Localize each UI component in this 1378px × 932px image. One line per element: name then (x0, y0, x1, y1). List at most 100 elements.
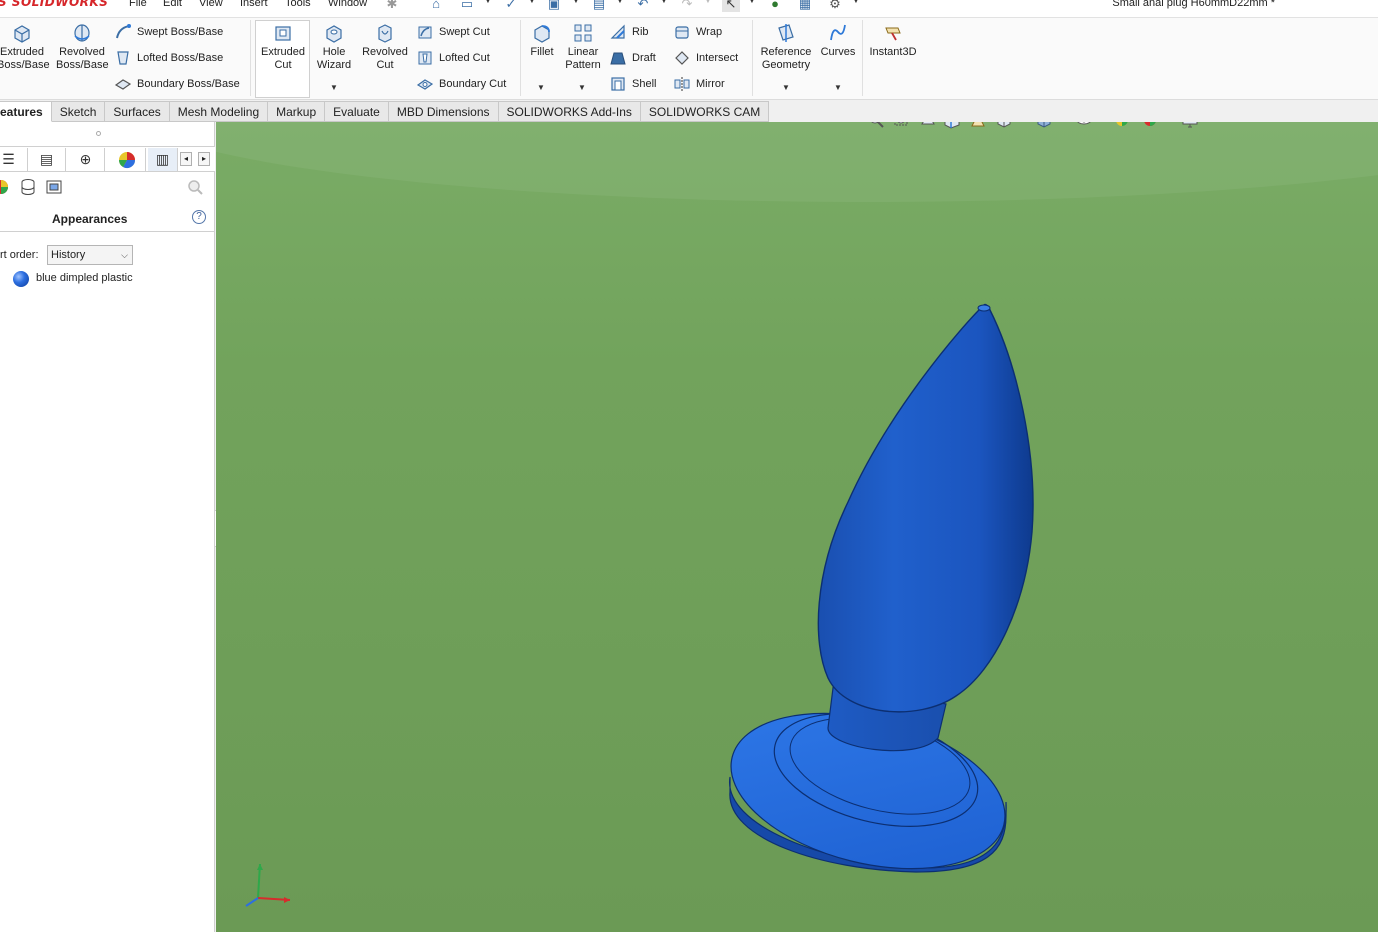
draft-button[interactable]: Draft (609, 48, 656, 68)
wrap-button[interactable]: Wrap (673, 22, 722, 42)
curves-icon (830, 24, 846, 41)
solidworks-logo[interactable]: S SOLIDWORKS (0, 0, 108, 9)
lofted-boss-button[interactable]: Lofted Boss/Base (114, 48, 223, 68)
save-icon[interactable]: ▣ (545, 0, 563, 12)
tab-solidworks-add-ins[interactable]: SOLIDWORKS Add-Ins (498, 101, 641, 122)
revolved-boss-button[interactable]: Revolved Boss/Base (56, 22, 109, 72)
lofted-cut-button[interactable]: Lofted Cut (416, 48, 490, 68)
command-manager-ribbon: Extruded Boss/Base Revolved Boss/Base Sw… (0, 18, 1378, 100)
extruded-boss-button[interactable]: Extruded Boss/Base (0, 22, 50, 72)
reference-geometry-dropdown-icon[interactable]: ▼ (782, 83, 790, 92)
undo-icon[interactable]: ↶ (634, 0, 652, 12)
configuration-manager-icon[interactable]: ⊕ (67, 148, 105, 171)
instant3d-button[interactable]: Instant3D (866, 22, 920, 59)
feature-manager-tree-icon[interactable]: ☰ (0, 148, 28, 171)
redo-dropdown-icon[interactable]: ▼ (704, 0, 712, 5)
hole-wizard-button[interactable]: Hole Wizard (312, 22, 356, 72)
curves-button[interactable]: Curves (818, 22, 858, 59)
new-dropdown-icon[interactable]: ▼ (484, 0, 492, 5)
linear-pattern-dropdown-icon[interactable]: ▼ (578, 83, 586, 92)
intersect-button[interactable]: Intersect (673, 48, 738, 68)
rib-icon (610, 24, 625, 39)
sort-order-label: rt order: (0, 249, 39, 261)
menu-tools[interactable]: Tools (285, 0, 311, 9)
new-document-icon[interactable]: ▭ (458, 0, 476, 12)
menu-edit[interactable]: Edit (163, 0, 182, 9)
linear-pattern-button[interactable]: Linear Pattern (562, 22, 604, 72)
ribbon-separator (862, 20, 863, 96)
sort-order-select[interactable]: History ⌵ (47, 245, 133, 265)
print-icon[interactable]: ▤ (590, 0, 608, 12)
appearance-ball-icon[interactable] (0, 178, 10, 196)
undo-dropdown-icon[interactable]: ▼ (660, 0, 668, 5)
tab-mesh-modeling[interactable]: Mesh Modeling (169, 101, 269, 122)
sort-order-value: History (51, 249, 86, 261)
fillet-button[interactable]: Fillet (524, 22, 560, 59)
mirror-button[interactable]: Mirror (673, 74, 725, 94)
graphics-viewport[interactable] (216, 122, 1378, 932)
rib-button[interactable]: Rib (609, 22, 649, 42)
swept-boss-button[interactable]: Swept Boss/Base (114, 22, 223, 42)
hole-wizard-dropdown-icon[interactable]: ▼ (330, 83, 338, 92)
fillet-dropdown-icon[interactable]: ▼ (537, 83, 545, 92)
scroll-left-icon[interactable]: ◂ (180, 152, 192, 166)
swept-boss-icon (116, 24, 131, 39)
select-icon[interactable]: ↖ (722, 0, 740, 12)
intersect-icon (675, 51, 689, 65)
hole-wizard-icon (326, 25, 342, 43)
help-icon[interactable]: ? (192, 210, 206, 224)
tab-mbd-dimensions[interactable]: MBD Dimensions (388, 101, 499, 122)
save-dropdown-icon[interactable]: ▼ (572, 0, 580, 5)
open-icon[interactable]: ✓ (502, 0, 520, 12)
display-manager-icon[interactable] (108, 148, 146, 171)
tab-evaluate[interactable]: Evaluate (325, 101, 389, 122)
open-dropdown-icon[interactable]: ▼ (528, 0, 536, 5)
reference-geometry-icon (778, 24, 794, 42)
curves-label: Curves (820, 46, 856, 58)
curves-dropdown-icon[interactable]: ▼ (834, 83, 842, 92)
options-gear-icon[interactable]: ⚙ (826, 0, 844, 12)
shell-button[interactable]: Shell (609, 74, 656, 94)
manager-tabs: ☰ ▤ ⊕ ▥ ◂ ▸ (0, 146, 215, 172)
title-bar: S SOLIDWORKS File Edit View Insert Tools… (0, 0, 1378, 18)
revolved-cut-button[interactable]: Revolved Cut (360, 22, 410, 72)
home-icon[interactable]: ⌂ (427, 0, 445, 12)
search-appearance-icon[interactable] (186, 178, 204, 196)
pin-icon[interactable]: ✱ (383, 0, 401, 12)
file-properties-icon[interactable]: ▦ (796, 0, 814, 12)
panel-grip-handle[interactable] (96, 131, 101, 136)
select-dropdown-icon[interactable]: ▼ (748, 0, 756, 5)
tab-solidworks-cam[interactable]: SOLIDWORKS CAM (640, 101, 770, 122)
scene-icon[interactable] (45, 178, 63, 196)
cam-manager-icon[interactable]: ▥ (148, 148, 178, 171)
intersect-label: Intersect (696, 52, 739, 64)
swept-boss-label: Swept Boss/Base (137, 26, 224, 38)
menu-file[interactable]: File (129, 0, 147, 9)
swept-cut-button[interactable]: Swept Cut (416, 22, 490, 42)
shell-label: Shell (632, 78, 657, 90)
3d-model-part[interactable] (216, 122, 1378, 932)
boundary-boss-button[interactable]: Boundary Boss/Base (114, 74, 240, 94)
menu-insert[interactable]: Insert (240, 0, 268, 9)
property-manager-icon[interactable]: ▤ (28, 148, 66, 171)
redo-icon[interactable]: ↷ (678, 0, 696, 12)
linear-pattern-icon (574, 24, 592, 42)
tab-sketch[interactable]: Sketch (51, 101, 106, 122)
options-dropdown-icon[interactable]: ▼ (852, 0, 860, 5)
mirror-label: Mirror (696, 78, 725, 90)
scroll-right-icon[interactable]: ▸ (198, 152, 210, 166)
print-dropdown-icon[interactable]: ▼ (616, 0, 624, 5)
reference-geometry-button[interactable]: Reference Geometry (758, 22, 814, 72)
database-icon[interactable] (19, 178, 37, 196)
extruded-cut-button[interactable]: Extruded Cut (257, 22, 309, 72)
triad-x-arrow-icon (284, 897, 290, 903)
menu-window[interactable]: Window (328, 0, 367, 9)
fillet-label: Fillet (530, 46, 554, 58)
boundary-cut-button[interactable]: Boundary Cut (416, 74, 506, 94)
rebuild-icon[interactable]: ● (766, 0, 784, 12)
tab-features[interactable]: eatures (0, 101, 52, 122)
draft-label: Draft (632, 52, 656, 64)
tab-surfaces[interactable]: Surfaces (105, 101, 170, 122)
menu-view[interactable]: View (199, 0, 223, 9)
tab-markup[interactable]: Markup (268, 101, 326, 122)
